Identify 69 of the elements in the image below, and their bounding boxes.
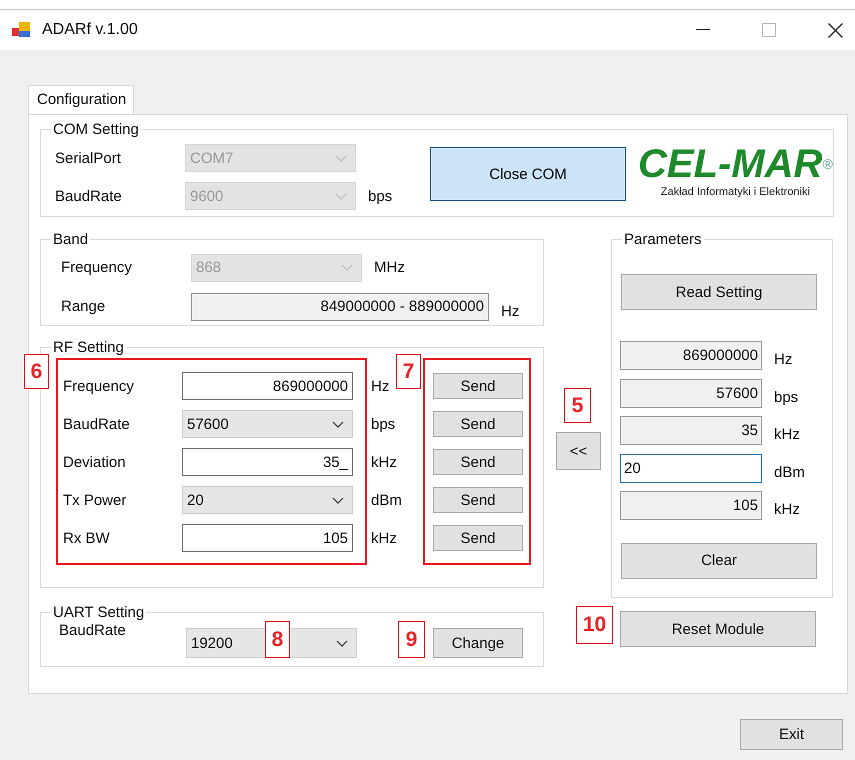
group-title: Band — [52, 231, 90, 248]
logo-text: CEL-MAR$^{®}$ — [638, 142, 833, 186]
callout-number: 8 — [265, 621, 290, 658]
unit-label: bps — [773, 388, 798, 406]
reset-module-button[interactable]: Reset Module — [620, 611, 816, 647]
chevron-down-icon — [332, 420, 344, 428]
chevron-down-icon — [332, 496, 344, 504]
field-label: BaudRate — [59, 621, 127, 639]
dropdown[interactable]: 57600 — [182, 410, 353, 438]
unit-label: dBm — [370, 492, 402, 508]
window-title: ADARf v.1.00 — [42, 21, 138, 39]
field-label: Frequency — [62, 378, 135, 394]
logo-tagline: Zakład Informatyki i Elektroniki — [660, 186, 810, 198]
clear-button[interactable]: Clear — [621, 542, 817, 578]
unit-label: kHz — [773, 500, 800, 518]
unit-label: bps — [367, 188, 394, 204]
parameter-field[interactable]: 869000000 — [620, 341, 762, 370]
unit-label: kHz — [370, 530, 397, 546]
send-button[interactable]: Send — [433, 449, 523, 475]
group-title: RF Setting — [52, 339, 125, 356]
field-label: BaudRate — [55, 188, 123, 204]
input-field[interactable]: 105 — [182, 524, 353, 552]
unit-label: bps — [370, 416, 396, 432]
callout-number: 5 — [564, 388, 591, 423]
range-field: 849000000 - 889000000 — [191, 292, 489, 320]
dropdown[interactable]: 20 — [182, 486, 353, 514]
send-button[interactable]: Send — [433, 487, 523, 513]
app-icon — [12, 22, 30, 38]
tab[interactable]: Configuration — [28, 85, 134, 114]
exit-button[interactable]: Exit — [740, 719, 843, 750]
callout-number: 7 — [396, 354, 421, 389]
chevron-down-icon — [335, 192, 347, 200]
group-title: COM Setting — [52, 121, 140, 138]
unit-label: Hz — [370, 378, 390, 394]
input-field[interactable]: 869000000 — [182, 372, 353, 400]
field-label: BaudRate — [62, 416, 131, 432]
parameter-field[interactable]: 35 — [620, 416, 762, 446]
callout-number: 10 — [576, 606, 613, 644]
read-setting-button[interactable]: Read Setting — [621, 274, 817, 310]
unit-label: Hz — [773, 350, 792, 368]
chevron-down-icon — [335, 154, 347, 162]
unit-label: MHz — [373, 259, 405, 276]
minimize-icon[interactable] — [696, 29, 710, 31]
parameter-field[interactable]: 20 — [620, 454, 762, 483]
send-button[interactable]: Send — [433, 411, 523, 437]
group-title: Parameters — [623, 231, 703, 248]
send-button[interactable]: Send — [433, 525, 523, 551]
parameter-field[interactable]: 105 — [620, 491, 762, 520]
field-label: Frequency — [61, 259, 133, 276]
field-label: Range — [61, 298, 106, 315]
input-field[interactable]: 35_ — [182, 448, 353, 476]
field-label: Deviation — [62, 454, 127, 470]
copy-button[interactable]: << — [556, 432, 601, 470]
field-label: Rx BW — [62, 530, 111, 546]
close-icon[interactable] — [828, 22, 843, 38]
change-button[interactable]: Change — [433, 628, 523, 658]
callout-number: 9 — [398, 621, 425, 658]
field-label: Tx Power — [62, 492, 128, 508]
unit-label: kHz — [773, 425, 800, 444]
chevron-down-icon — [341, 264, 353, 271]
send-button[interactable]: Send — [433, 373, 523, 399]
callout-number: 6 — [24, 354, 49, 389]
close-com-button[interactable]: Close COM — [430, 147, 626, 201]
unit-label: dBm — [773, 462, 805, 481]
parameter-field[interactable]: 57600 — [620, 378, 762, 408]
field-label: SerialPort — [55, 150, 122, 166]
unit-label: kHz — [370, 454, 397, 470]
group-title: UART Setting — [52, 604, 146, 621]
unit-label: Hz — [500, 302, 520, 320]
